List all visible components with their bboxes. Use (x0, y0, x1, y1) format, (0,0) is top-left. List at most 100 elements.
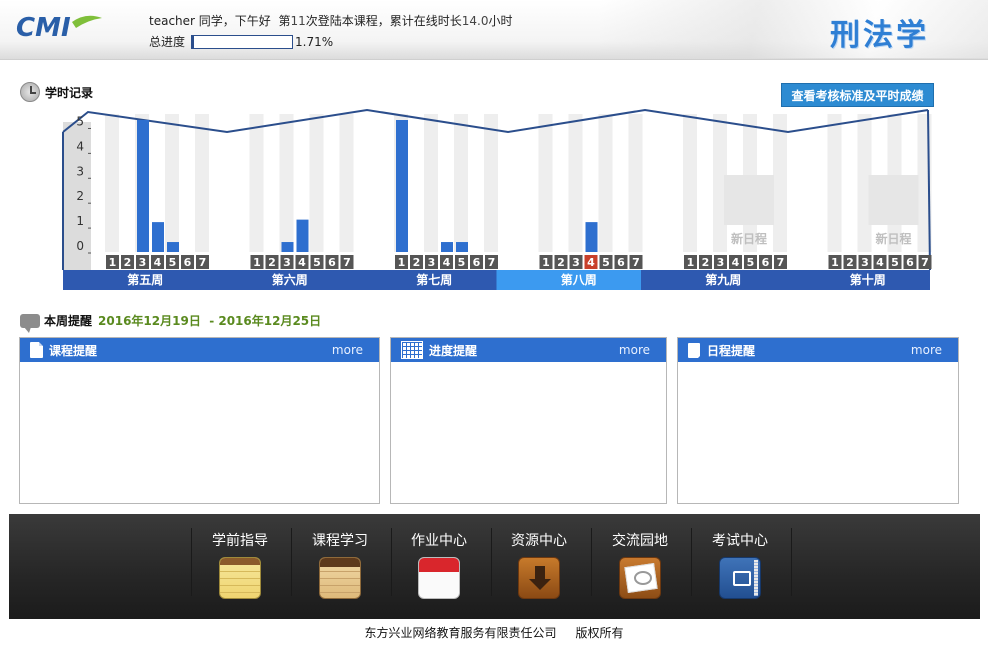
study-hour-bar (585, 222, 598, 252)
day-number-label: 6 (906, 256, 914, 269)
login-count: 11 (290, 14, 306, 28)
login-suffix: 次登陆本课程，累计在线时长 (305, 14, 462, 28)
progress-reminder-more-link[interactable]: more (619, 343, 650, 357)
nav-label: 学前指导 (212, 533, 268, 549)
study-hour-bar (152, 222, 164, 252)
empty-week-placeholder (868, 175, 919, 225)
week-range: 2016年12月19日 - 2016年12月25日 (98, 312, 321, 329)
study-hour-bar (441, 242, 453, 252)
progress-label: 总进度 (149, 35, 186, 49)
day-column-stripe (165, 114, 179, 252)
day-column-stripe (538, 114, 553, 252)
week-label: 第五周 (127, 272, 163, 287)
nav-exam-center[interactable]: 考试中心 (690, 528, 790, 608)
footer-nav: 学前指导 课程学习 作业中心 资源中心 交流园地 考试中心 (9, 514, 980, 619)
week-label: 第九周 (705, 272, 741, 287)
nav-discussion-forum[interactable]: 交流园地 (590, 528, 690, 608)
day-number-label: 2 (557, 256, 565, 269)
day-number-label: 4 (443, 256, 451, 269)
week-label: 第十周 (850, 272, 886, 287)
study-record-heading: 学时记录 (20, 82, 93, 102)
calendar-icon[interactable] (418, 557, 460, 599)
schedule-reminder-more-link[interactable]: more (911, 343, 942, 357)
week-label: 第七周 (416, 272, 452, 287)
nav-pre-study-guide[interactable]: 学前指导 (190, 528, 290, 608)
day-column-stripe (827, 114, 842, 252)
progress-reminder-panel: 进度提醒 more (390, 337, 667, 504)
day-number-label: 1 (109, 256, 117, 269)
day-column-stripe (773, 114, 787, 252)
day-column-stripe (309, 114, 324, 252)
progress-fill (192, 35, 194, 48)
day-number-label: 3 (428, 256, 436, 269)
day-number-label: 6 (473, 256, 481, 269)
company-name: 东方兴业网络教育服务有限责任公司 (364, 626, 557, 640)
schedule-reminder-panel: 日程提醒 more (677, 337, 959, 504)
study-hour-bar (296, 219, 309, 252)
day-number-label: 2 (413, 256, 421, 269)
study-hour-bar (167, 242, 179, 252)
day-number-label: 4 (732, 256, 740, 269)
study-hour-bar (281, 242, 294, 252)
day-number-label: 4 (154, 256, 162, 269)
weekly-title: 本周提醒 (44, 314, 93, 328)
day-column-stripe (279, 114, 294, 252)
day-number-label: 3 (572, 256, 580, 269)
nav-course-study[interactable]: 课程学习 (290, 528, 390, 608)
day-number-label: 5 (458, 256, 466, 269)
day-number-label: 6 (184, 256, 192, 269)
nav-label: 作业中心 (411, 533, 467, 549)
nav-label: 交流园地 (612, 533, 668, 549)
course-reminder-more-link[interactable]: more (332, 343, 363, 357)
y-tick-label: 2 (76, 189, 84, 203)
day-number-label: 4 (587, 256, 595, 269)
day-number-label: 1 (687, 256, 695, 269)
day-number-label: 3 (283, 256, 291, 269)
login-prefix: 第 (278, 14, 291, 28)
course-reminder-panel: 课程提醒 more (19, 337, 380, 504)
progress-reminder-header: 进度提醒 more (391, 338, 666, 362)
course-reminder-header: 课程提醒 more (20, 338, 379, 362)
course-reminder-title: 课程提醒 (49, 343, 98, 358)
chat-icon[interactable] (619, 557, 661, 599)
day-number-label: 7 (921, 256, 929, 269)
online-hours: 14.0 (461, 14, 489, 28)
day-number-label: 5 (169, 256, 177, 269)
day-number-label: 7 (632, 256, 640, 269)
user-name: teacher (149, 14, 195, 28)
day-number-label: 4 (876, 256, 884, 269)
copyright: 东方兴业网络教育服务有限责任公司 版权所有 (0, 624, 988, 641)
course-title: 刑法学 (830, 18, 929, 53)
day-number-label: 2 (268, 256, 276, 269)
day-number-label: 3 (861, 256, 869, 269)
online-suffix: 小时 (488, 14, 513, 28)
nav-homework-center[interactable]: 作业中心 (389, 528, 489, 608)
header-gloss (600, 0, 988, 58)
header: CMI teacher 同学，下午好 第11次登陆本课程，累计在线时长14.0小… (0, 0, 988, 60)
day-number-label: 6 (762, 256, 770, 269)
day-number-label: 1 (253, 256, 261, 269)
day-number-label: 6 (328, 256, 336, 269)
day-column-stripe (484, 114, 498, 252)
calendar-grid-icon (401, 341, 423, 359)
greeting-line: teacher 同学，下午好 第11次登陆本课程，累计在线时长14.0小时 (149, 12, 513, 29)
day-number-label: 6 (617, 256, 625, 269)
day-column-stripe (454, 114, 468, 252)
day-column-stripe (249, 114, 264, 252)
day-column-stripe (105, 114, 119, 252)
nav-resource-center[interactable]: 资源中心 (489, 528, 589, 608)
download-icon[interactable] (518, 557, 560, 599)
schedule-reminder-title: 日程提醒 (707, 343, 756, 358)
weekly-reminder-heading: 本周提醒 2016年12月19日 - 2016年12月25日 (20, 312, 321, 333)
empty-week-placeholder (724, 175, 774, 225)
rights-text: 版权所有 (575, 626, 624, 640)
progress-bar (191, 34, 294, 49)
week-range-start: 2016年12月19日 (98, 314, 201, 328)
book-icon[interactable] (719, 557, 761, 599)
day-column-stripe (424, 114, 438, 252)
day-number-label: 1 (831, 256, 839, 269)
day-number-label: 1 (542, 256, 550, 269)
notepad-icon[interactable] (219, 557, 261, 599)
document-icon (30, 342, 43, 358)
notebook-icon[interactable] (319, 557, 361, 599)
